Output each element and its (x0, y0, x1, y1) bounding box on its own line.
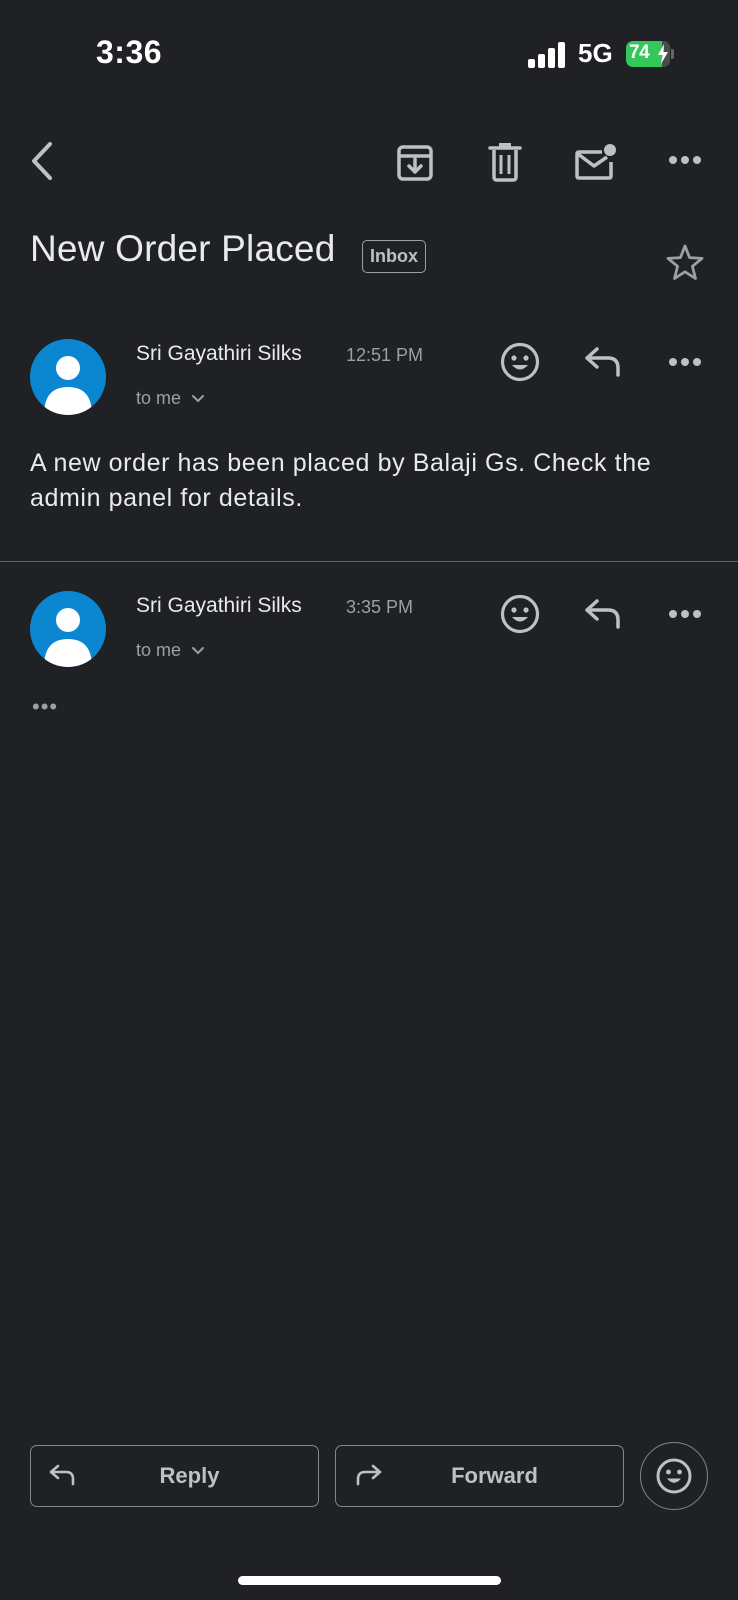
mark-unread-button[interactable] (574, 142, 618, 182)
sender-avatar[interactable] (30, 339, 106, 415)
message-divider (0, 561, 738, 562)
show-trimmed-content[interactable]: ••• (32, 696, 58, 718)
person-icon (44, 356, 92, 415)
forward-label: Forward (451, 1463, 538, 1488)
reply-button[interactable]: Reply (30, 1445, 319, 1507)
archive-icon (397, 145, 433, 181)
recipient-text: to me (136, 388, 182, 408)
recipient-details-toggle[interactable]: to me (136, 388, 205, 409)
more-horizontal-icon (669, 358, 701, 366)
sender-avatar[interactable] (30, 591, 106, 667)
reply-label: Reply (159, 1463, 220, 1488)
more-options-button[interactable] (668, 154, 702, 166)
inbox-label[interactable]: Inbox (362, 240, 426, 273)
reply-icon (585, 347, 620, 377)
chevron-down-icon (192, 647, 205, 655)
smiley-icon (500, 342, 540, 382)
react-emoji-button[interactable] (500, 594, 540, 634)
react-emoji-button[interactable] (500, 342, 540, 382)
star-icon (666, 244, 704, 280)
network-type: 5G (578, 38, 613, 68)
message-more-button[interactable] (668, 356, 702, 368)
message-time: 3:35 PM (346, 597, 414, 617)
smiley-icon (656, 1458, 692, 1494)
status-time: 3:36 (96, 34, 163, 70)
charging-bolt-icon (658, 44, 668, 64)
delete-button[interactable] (488, 141, 522, 183)
reply-icon (585, 599, 620, 629)
more-horizontal-icon (669, 156, 701, 164)
email-subject: New Order Placed (30, 228, 336, 269)
message-more-button[interactable] (668, 608, 702, 620)
archive-button[interactable] (396, 142, 434, 182)
recipient-text: to me (136, 640, 182, 660)
mail-unread-icon (575, 144, 616, 180)
message-time: 12:51 PM (346, 345, 424, 365)
sender-name[interactable]: Sri Gayathiri Silks (136, 594, 302, 618)
cellular-signal-icon (528, 42, 568, 68)
battery-icon: 74 (626, 41, 674, 67)
person-icon (44, 608, 92, 667)
more-horizontal-icon (669, 610, 701, 618)
chevron-left-icon (32, 142, 52, 180)
reply-message-button[interactable] (584, 598, 622, 630)
home-indicator[interactable] (238, 1576, 501, 1585)
star-button[interactable] (665, 243, 705, 283)
forward-button[interactable]: Forward (335, 1445, 624, 1507)
trash-icon (488, 143, 522, 182)
chevron-down-icon (192, 395, 205, 403)
message-body: A new order has been placed by Balaji Gs… (30, 449, 652, 512)
recipient-details-toggle[interactable]: to me (136, 640, 205, 661)
battery-level: 74 (629, 42, 650, 63)
react-emoji-bottom-button[interactable] (640, 1442, 708, 1510)
reply-message-button[interactable] (584, 346, 622, 378)
smiley-icon (500, 594, 540, 634)
back-button[interactable] (28, 140, 56, 182)
sender-name[interactable]: Sri Gayathiri Silks (136, 342, 302, 366)
